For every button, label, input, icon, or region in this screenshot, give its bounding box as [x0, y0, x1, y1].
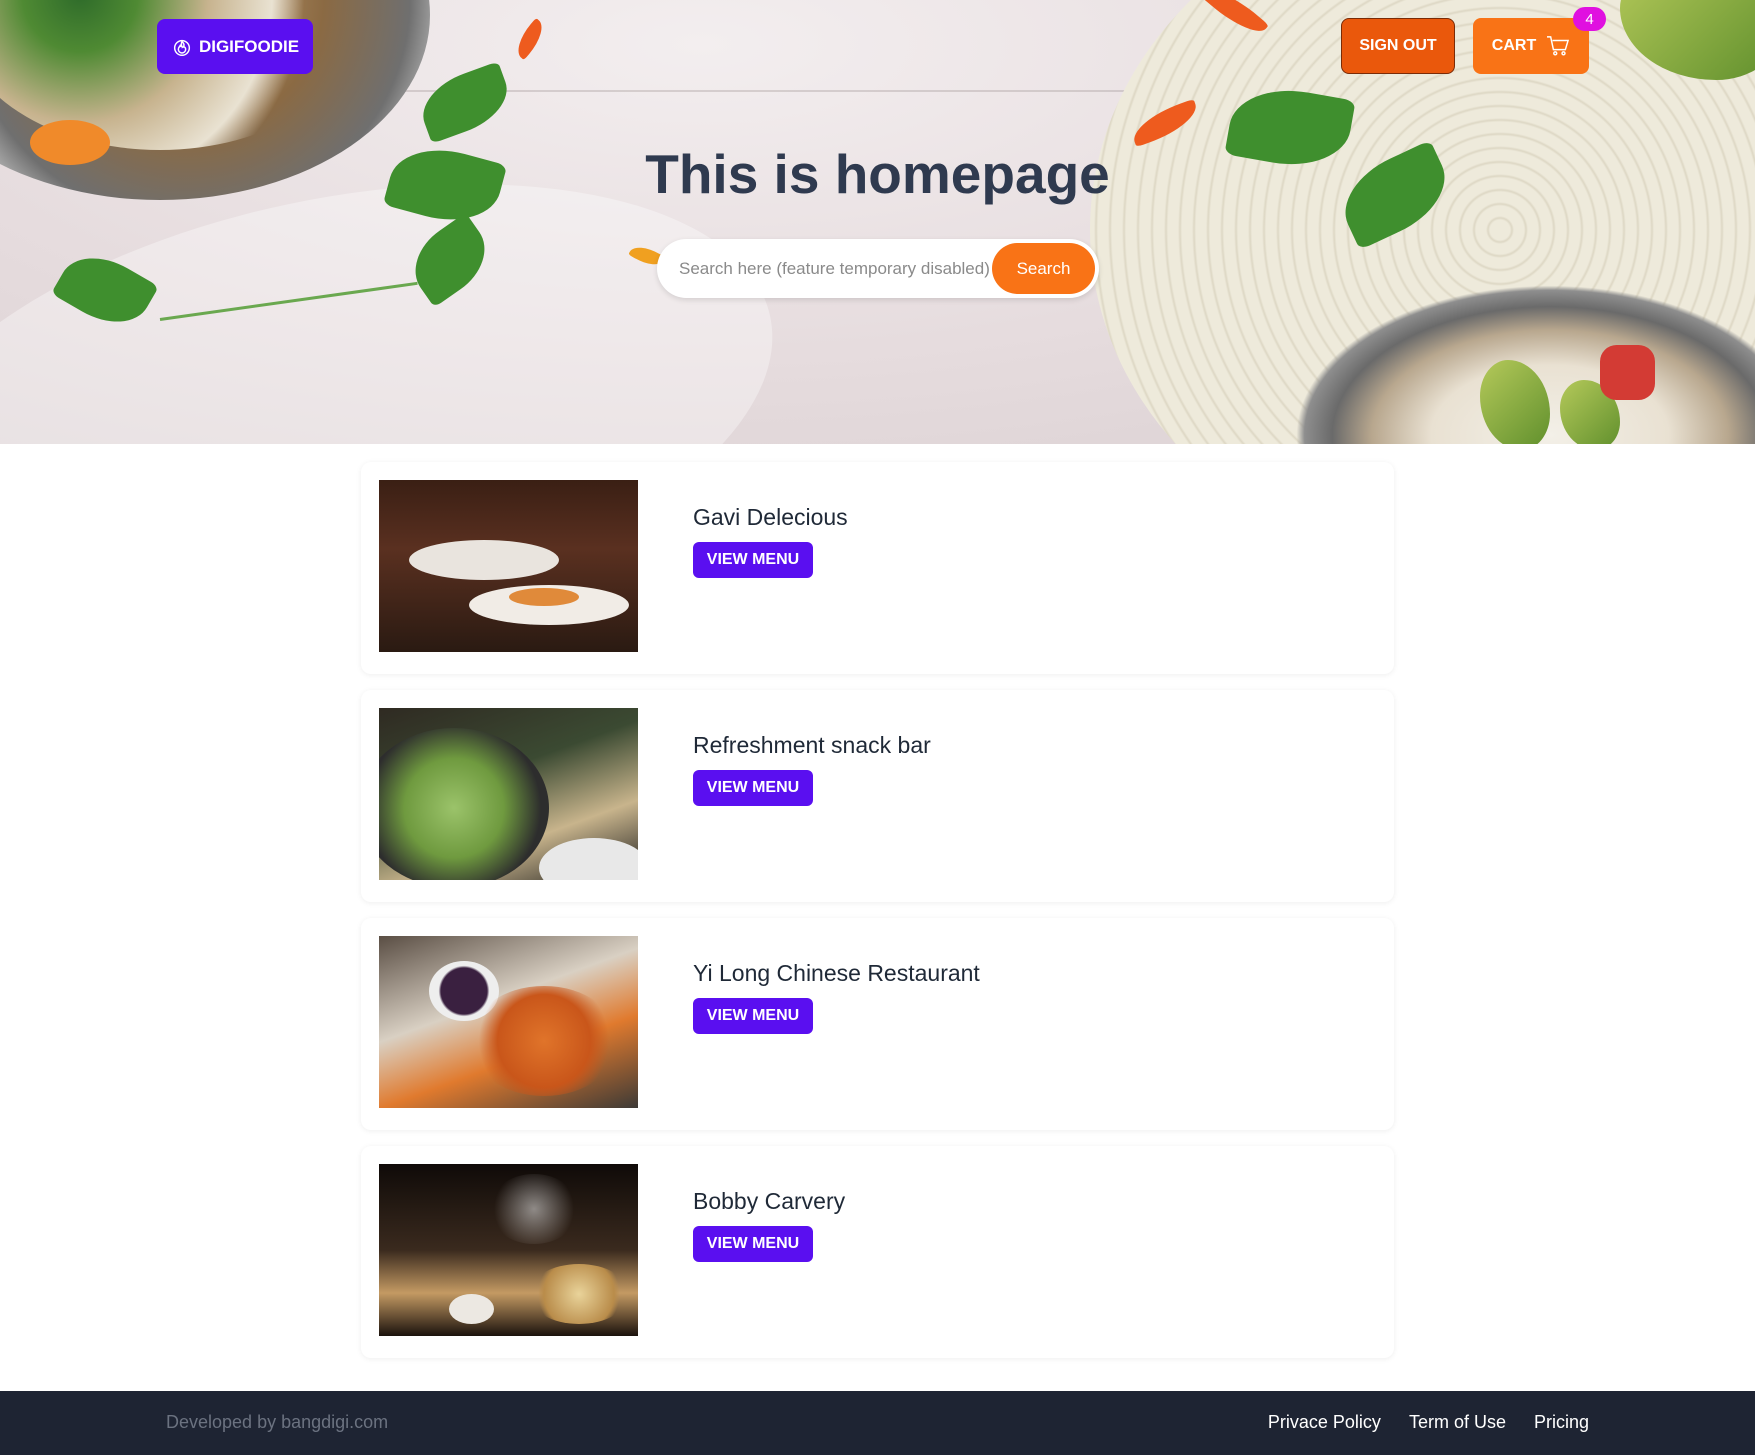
view-menu-button[interactable]: VIEW MENU [693, 770, 813, 806]
restaurant-card: Refreshment snack bar VIEW MENU [361, 690, 1394, 902]
footer: Developed by bangdigi.com Privace Policy… [0, 1391, 1755, 1455]
logo-button[interactable]: DIGIFOODIE [157, 19, 313, 74]
view-menu-button[interactable]: VIEW MENU [693, 998, 813, 1034]
restaurant-image [379, 1164, 638, 1336]
view-menu-button[interactable]: VIEW MENU [693, 542, 813, 578]
restaurant-card: Gavi Delecious VIEW MENU [361, 462, 1394, 674]
restaurant-card: Bobby Carvery VIEW MENU [361, 1146, 1394, 1358]
cart-icon [1547, 36, 1570, 56]
restaurant-name: Gavi Delecious [693, 504, 848, 530]
cart-button[interactable]: CART [1473, 18, 1589, 74]
search-button[interactable]: Search [992, 243, 1095, 294]
hero-leaf [413, 61, 517, 144]
cart-label: CART [1491, 37, 1537, 54]
restaurant-name: Yi Long Chinese Restaurant [693, 960, 980, 986]
flame-icon [173, 39, 191, 56]
terms-of-use-link[interactable]: Term of Use [1409, 1412, 1506, 1433]
sign-out-button[interactable]: SIGN OUT [1341, 18, 1455, 74]
footer-links: Privace Policy Term of Use Pricing [1268, 1412, 1589, 1433]
search-bar: Search [657, 239, 1099, 298]
restaurant-name: Bobby Carvery [693, 1188, 846, 1214]
hero-tomato [1600, 345, 1655, 400]
restaurant-card: Yi Long Chinese Restaurant VIEW MENU [361, 918, 1394, 1130]
logo-label: DIGIFOODIE [198, 36, 300, 56]
view-menu-button[interactable]: VIEW MENU [693, 1226, 813, 1262]
page-title: This is homepage [645, 143, 1110, 205]
restaurant-image [379, 708, 638, 880]
privacy-policy-link[interactable]: Privace Policy [1268, 1412, 1381, 1433]
hero-petal [510, 17, 550, 61]
sign-out-label: SIGN OUT [1359, 37, 1437, 54]
restaurant-image [379, 936, 638, 1108]
restaurant-image [379, 480, 638, 652]
pricing-link[interactable]: Pricing [1534, 1412, 1589, 1433]
restaurant-name: Refreshment snack bar [693, 732, 931, 758]
developer-credit: Developed by bangdigi.com [166, 1412, 389, 1432]
cart-count-badge: 4 [1573, 7, 1606, 31]
search-input[interactable] [679, 258, 992, 279]
